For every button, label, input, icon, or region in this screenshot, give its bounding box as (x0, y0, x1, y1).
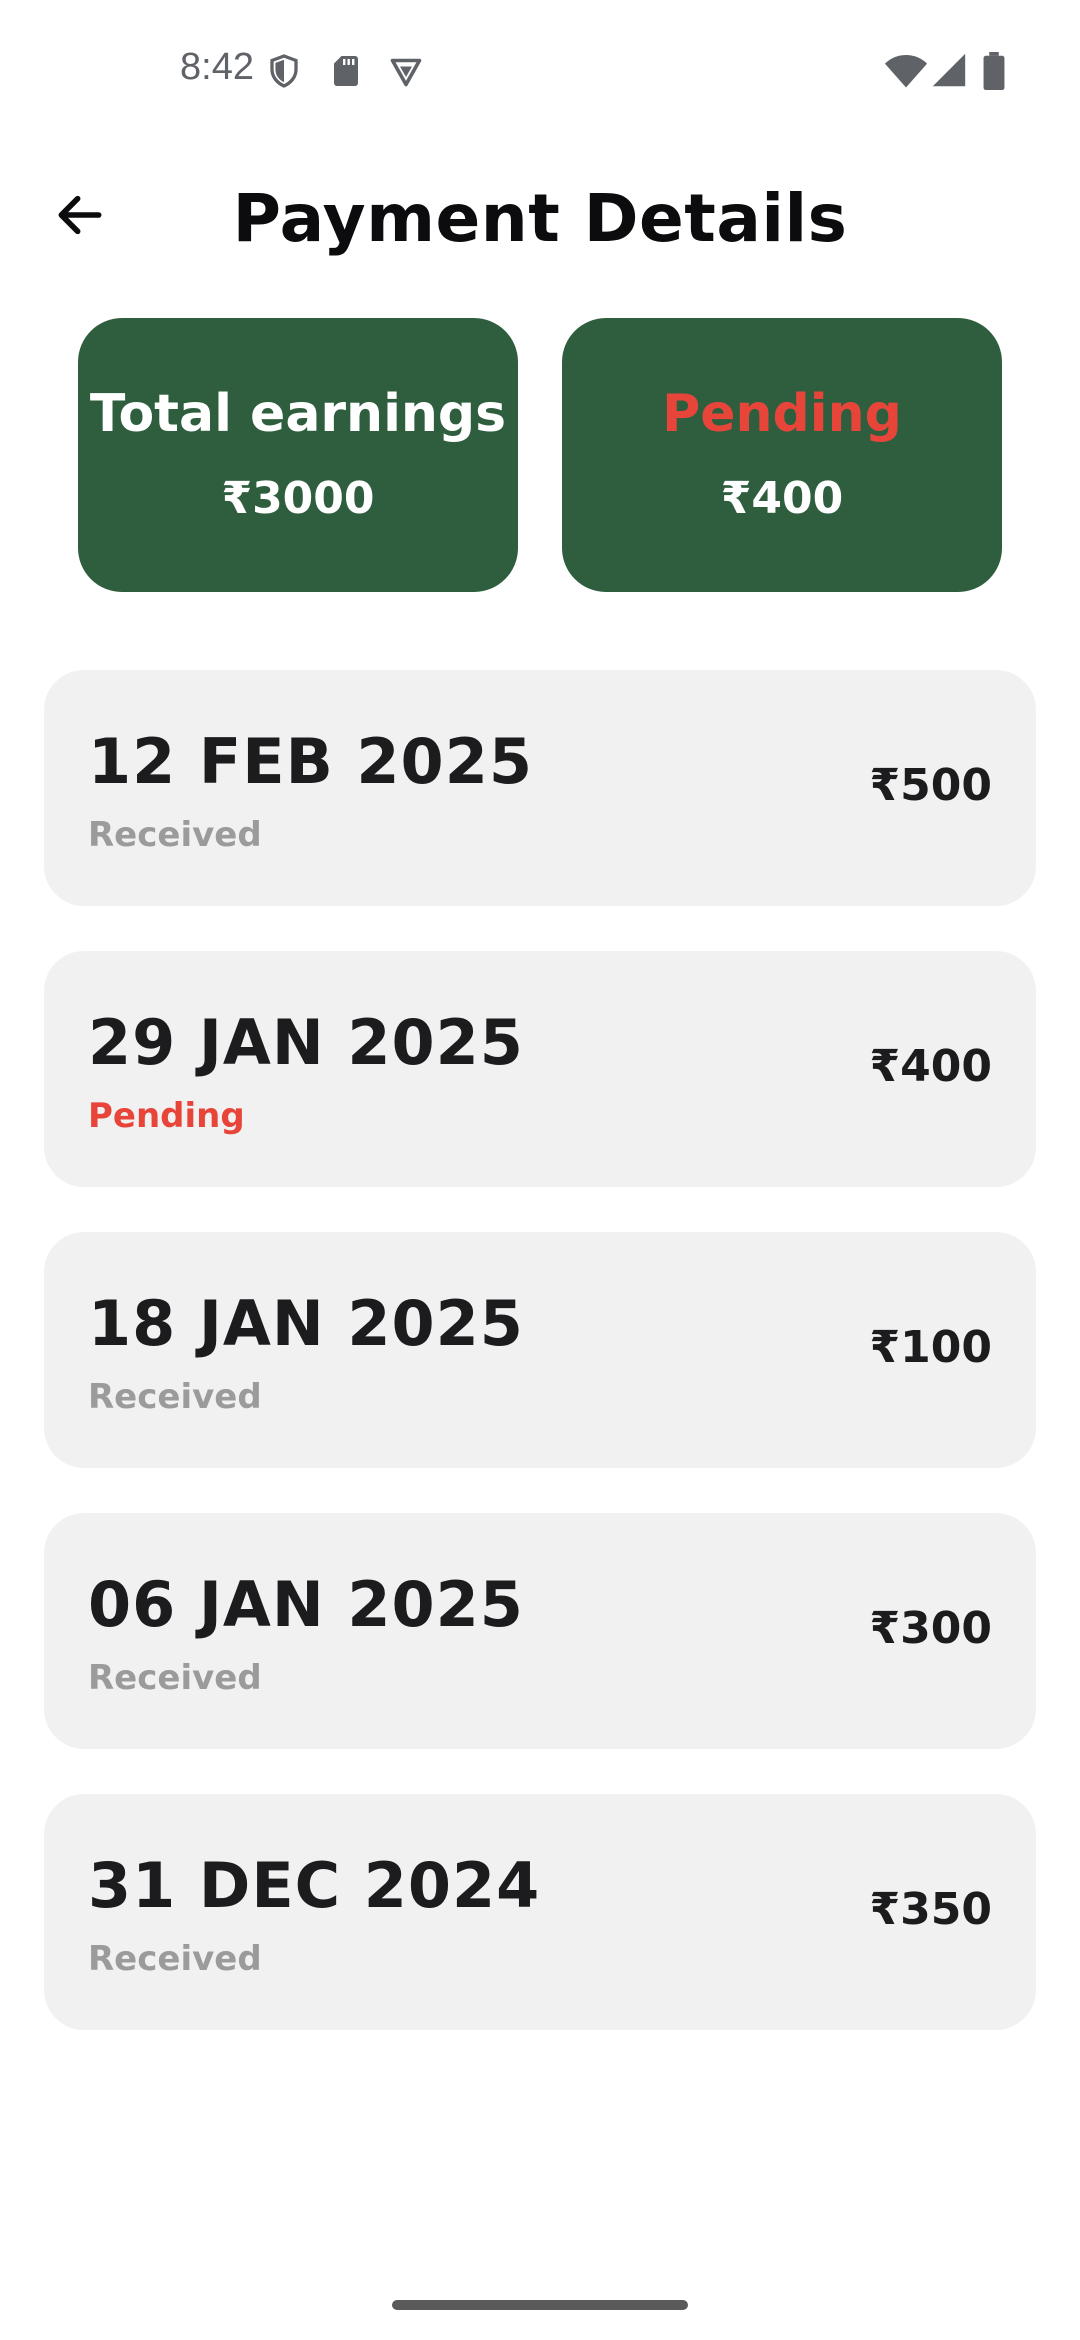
shield-icon (270, 54, 298, 88)
total-earnings-label: Total earnings (89, 383, 507, 444)
pending-value: ₹400 (720, 473, 844, 525)
earnings-summary: Total earnings ₹3000 Pending ₹400 (78, 318, 1002, 592)
payment-status: Received (88, 815, 262, 855)
pending-card: Pending ₹400 (562, 318, 1002, 592)
payment-details-screen: 8:42 Payment Details Total earnings ₹300… (0, 0, 1080, 2340)
payment-status: Pending (88, 1096, 245, 1136)
payment-row[interactable]: 12 FEB 2025 Received ₹500 (44, 670, 1036, 906)
wifi-icon (884, 55, 928, 88)
page-title: Payment Details (232, 180, 848, 257)
home-indicator[interactable] (392, 2300, 688, 2310)
sd-card-icon (334, 56, 358, 86)
app-header: Payment Details (0, 150, 1080, 280)
vpn-icon (390, 58, 422, 87)
payment-date: 12 FEB 2025 (88, 725, 533, 798)
payment-amount: ₹400 (869, 1041, 992, 1092)
payment-date: 29 JAN 2025 (88, 1006, 524, 1079)
payment-row[interactable]: 29 JAN 2025 Pending ₹400 (44, 951, 1036, 1187)
payment-date: 06 JAN 2025 (88, 1568, 524, 1641)
payment-row[interactable]: 18 JAN 2025 Received ₹100 (44, 1232, 1036, 1468)
payment-date: 18 JAN 2025 (88, 1287, 524, 1360)
payment-status: Received (88, 1377, 262, 1417)
total-earnings-value: ₹3000 (221, 473, 375, 525)
status-time: 8:42 (180, 46, 254, 88)
payment-date: 31 DEC 2024 (88, 1849, 541, 1922)
battery-icon (983, 52, 1005, 90)
status-bar: 8:42 (0, 0, 1080, 140)
payment-amount: ₹300 (869, 1603, 992, 1654)
pending-label: Pending (662, 383, 902, 444)
cellular-signal-icon (932, 53, 966, 87)
payment-status: Received (88, 1939, 262, 1979)
payment-row[interactable]: 31 DEC 2024 Received ₹350 (44, 1794, 1036, 2030)
payment-amount: ₹100 (869, 1322, 992, 1373)
total-earnings-card: Total earnings ₹3000 (78, 318, 518, 592)
payment-amount: ₹500 (869, 760, 992, 811)
payment-amount: ₹350 (869, 1884, 992, 1935)
payment-status: Received (88, 1658, 262, 1698)
payment-row[interactable]: 06 JAN 2025 Received ₹300 (44, 1513, 1036, 1749)
payment-list: 12 FEB 2025 Received ₹500 29 JAN 2025 Pe… (44, 670, 1036, 2075)
